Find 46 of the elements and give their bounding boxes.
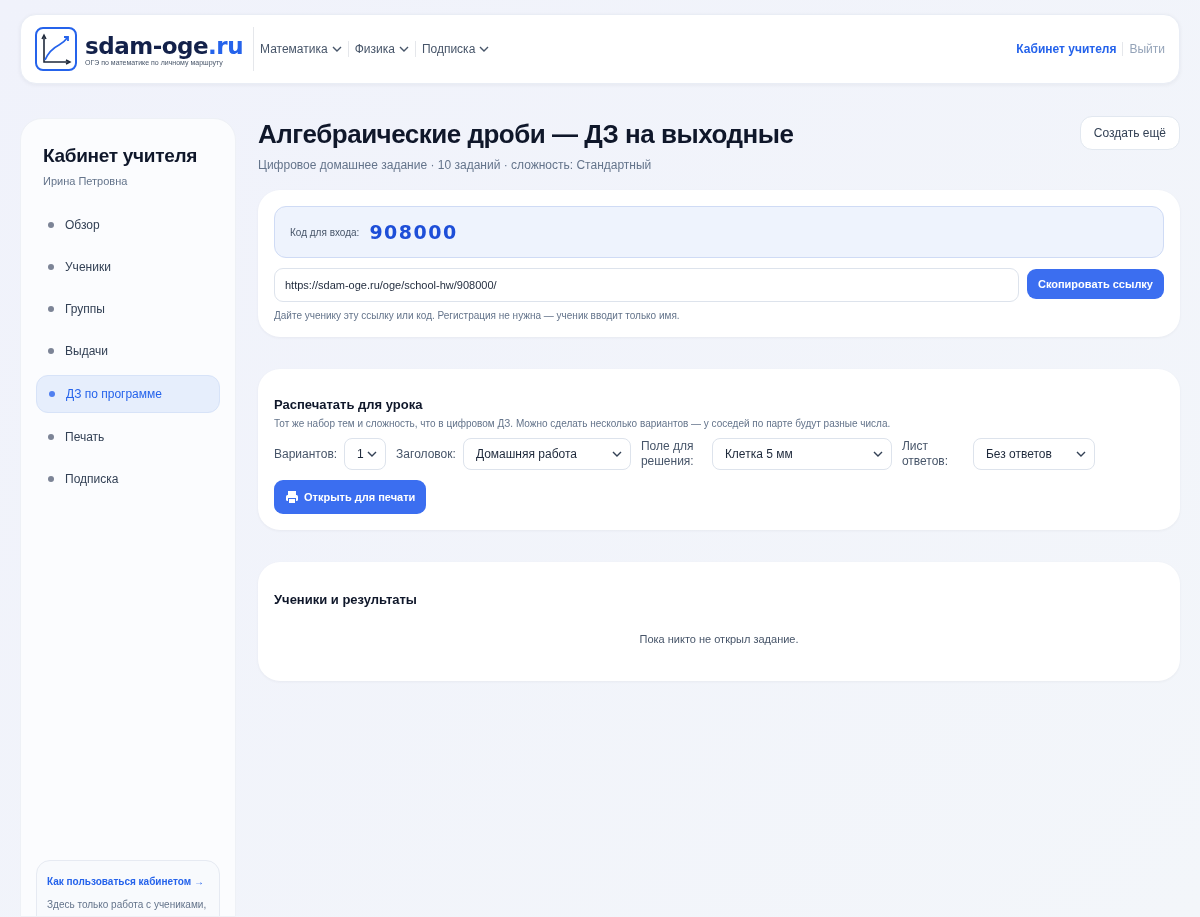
account-link[interactable]: Кабинет учителя [1016, 42, 1117, 56]
field-label: Вариантов: [274, 446, 338, 462]
nav-menu[interactable]: Математика [254, 41, 349, 57]
field-label: Заголовок: [396, 446, 456, 462]
field-label: Поле для решения: [640, 439, 695, 469]
access-code: 908000 [369, 221, 458, 243]
help-link[interactable]: Как пользоваться кабинетом → [47, 875, 204, 888]
empty-message: Пока никто не открыл задание. [638, 633, 800, 645]
page-title: Алгебраические дроби — ДЗ на выходные [258, 118, 794, 150]
chevron-down-icon [331, 46, 342, 52]
section-title: Ученики и результаты [274, 592, 418, 607]
help-text: Здесь только работа с учениками, [47, 898, 207, 911]
chevron-down-icon [1075, 451, 1086, 457]
sidebar-title: Кабинет учителя [42, 145, 198, 167]
section-title: Распечатать для урока [274, 397, 424, 412]
hint-text: Дайте ученику эту ссылку или код. Регистрация не нужна — ученик вводит только имя. [274, 310, 681, 321]
chevron-down-icon [398, 46, 409, 52]
select-field[interactable]: Домашняя работа [462, 438, 631, 470]
sidebar-item[interactable]: Выдачи [36, 333, 220, 369]
sidebar-item[interactable]: Подписка [36, 461, 220, 497]
print-button[interactable]: Открыть для печати [274, 480, 427, 514]
link-field[interactable]: https://sdam-oge.ru/oge/school-hw/908000/ [274, 268, 1019, 302]
sidebar-item[interactable]: Группы [36, 291, 220, 327]
section-description: Тот же набор тем и сложность, что в цифровом ДЗ. Можно сделать несколько вариантов — у соседей по парте будут разные числа. [274, 418, 892, 429]
create-button[interactable]: Создать ещё [1079, 116, 1180, 150]
user-name: Ирина Петровна [42, 175, 129, 187]
chevron-down-icon [611, 451, 622, 457]
chart-logo-icon [35, 27, 77, 71]
sidebar-item[interactable]: ДЗ по программе [36, 375, 220, 413]
select-field[interactable]: Без ответов [972, 438, 1095, 470]
chevron-down-icon [872, 451, 883, 457]
site-logo-text[interactable]: sdam-oge.ru [85, 32, 244, 59]
field-label: Лист ответов: [901, 439, 950, 469]
sidebar-item[interactable]: Печать [36, 419, 220, 455]
chevron-down-icon [367, 451, 378, 457]
nav-menu[interactable]: Физика [348, 41, 416, 57]
select-field[interactable]: 1 [344, 438, 387, 470]
select-field[interactable]: Клетка 5 мм [711, 438, 892, 470]
sidebar-item[interactable]: Ученики [36, 249, 220, 285]
copy-link-button[interactable]: Скопировать ссылку [1026, 269, 1164, 299]
sidebar-item[interactable]: Обзор [36, 207, 220, 243]
page-subtitle: Цифровое домашнее задание · 10 заданий · сложность: Стандартный [258, 158, 653, 172]
chevron-down-icon [479, 46, 490, 52]
printer-icon [285, 490, 299, 504]
code-label: Код для входа: [290, 226, 360, 238]
nav-menu[interactable]: Подписка [415, 41, 496, 57]
